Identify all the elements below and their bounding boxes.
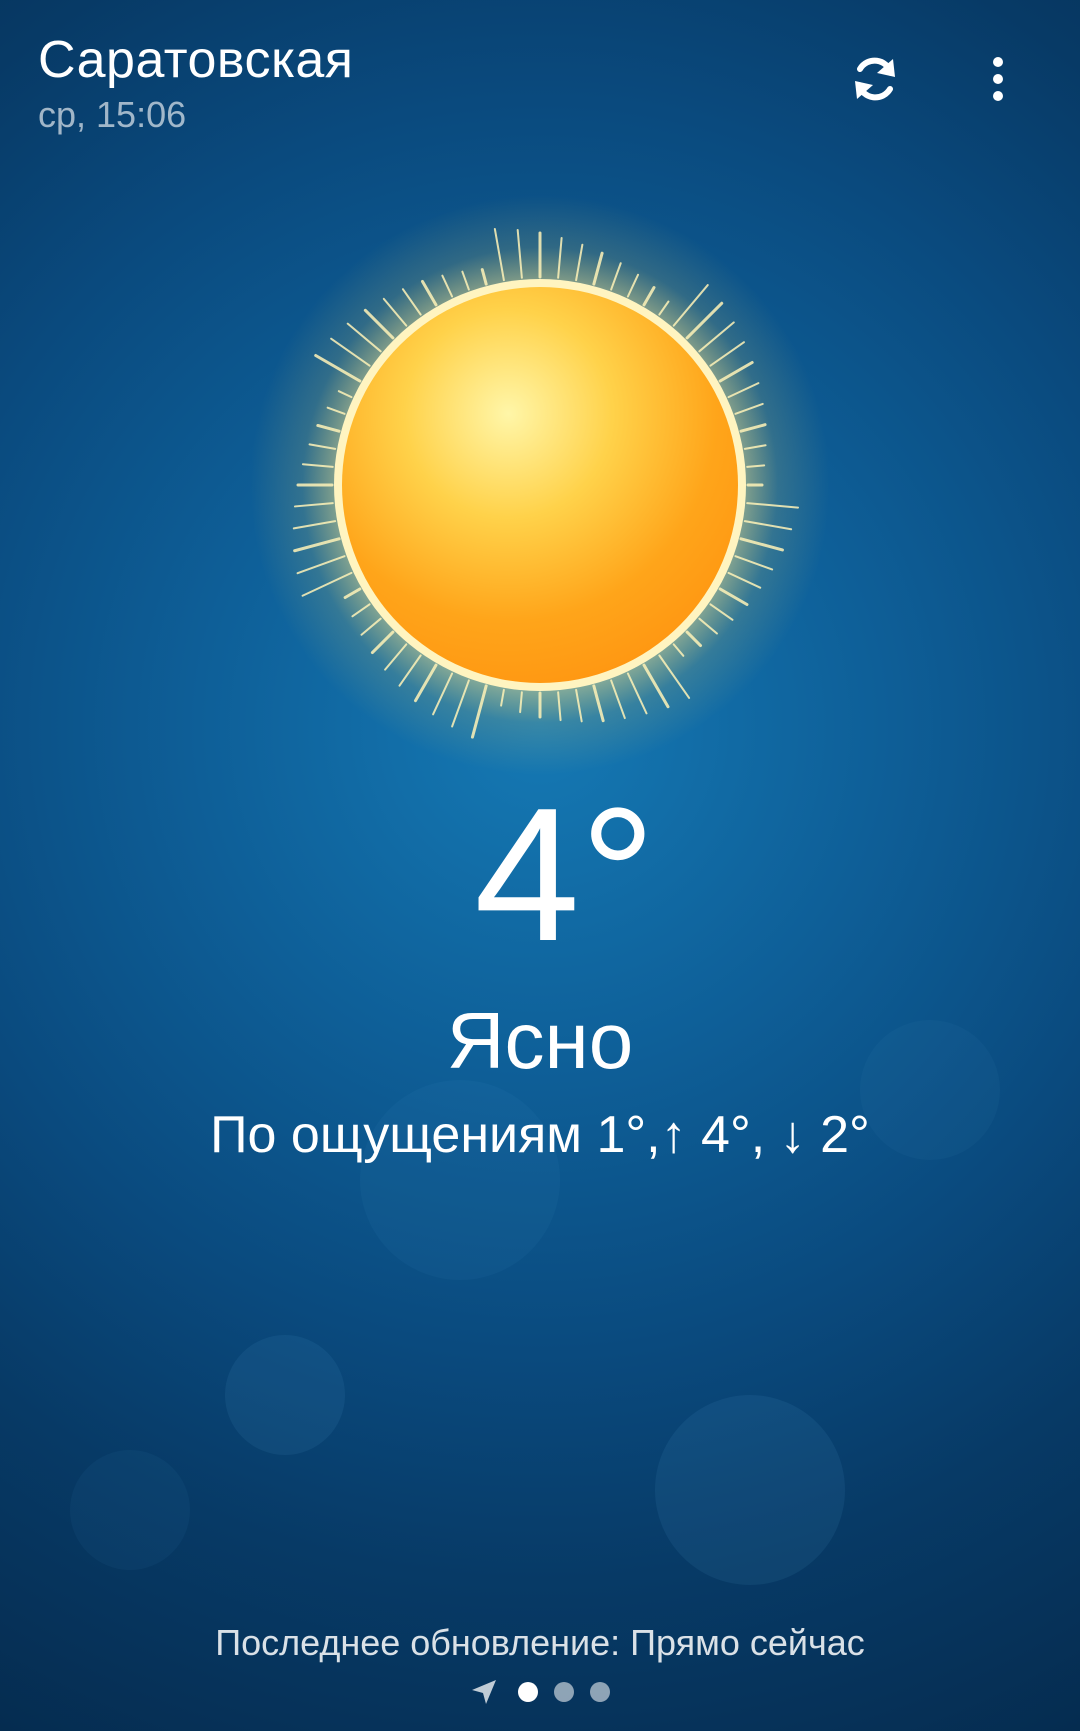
more-vert-icon-dot bbox=[993, 91, 1003, 101]
date-time: ср, 15:06 bbox=[38, 94, 187, 135]
weather-condition: Ясно bbox=[446, 996, 634, 1085]
background-bokeh bbox=[655, 1395, 845, 1585]
sun-icon bbox=[240, 185, 840, 785]
more-vert-icon-dot bbox=[993, 74, 1003, 84]
location-arrow-icon[interactable] bbox=[470, 1678, 498, 1706]
page-dot[interactable] bbox=[554, 1682, 574, 1702]
more-vert-icon bbox=[993, 57, 1003, 67]
location-title: Саратовская bbox=[38, 31, 354, 89]
last-update-text: Последнее обновление: Прямо сейчас bbox=[215, 1622, 865, 1663]
page-dot[interactable] bbox=[590, 1682, 610, 1702]
more-options-button[interactable] bbox=[975, 48, 1021, 110]
feels-like-range: По ощущениям 1°,↑ 4°, ↓ 2° bbox=[210, 1106, 870, 1164]
background-bokeh bbox=[225, 1335, 345, 1455]
page-indicator[interactable] bbox=[0, 1678, 1080, 1706]
current-temperature: 4° bbox=[474, 769, 656, 981]
refresh-button[interactable] bbox=[844, 48, 906, 110]
refresh-icon bbox=[855, 57, 895, 101]
background-bokeh bbox=[70, 1450, 190, 1570]
page-dot-active[interactable] bbox=[518, 1682, 538, 1702]
